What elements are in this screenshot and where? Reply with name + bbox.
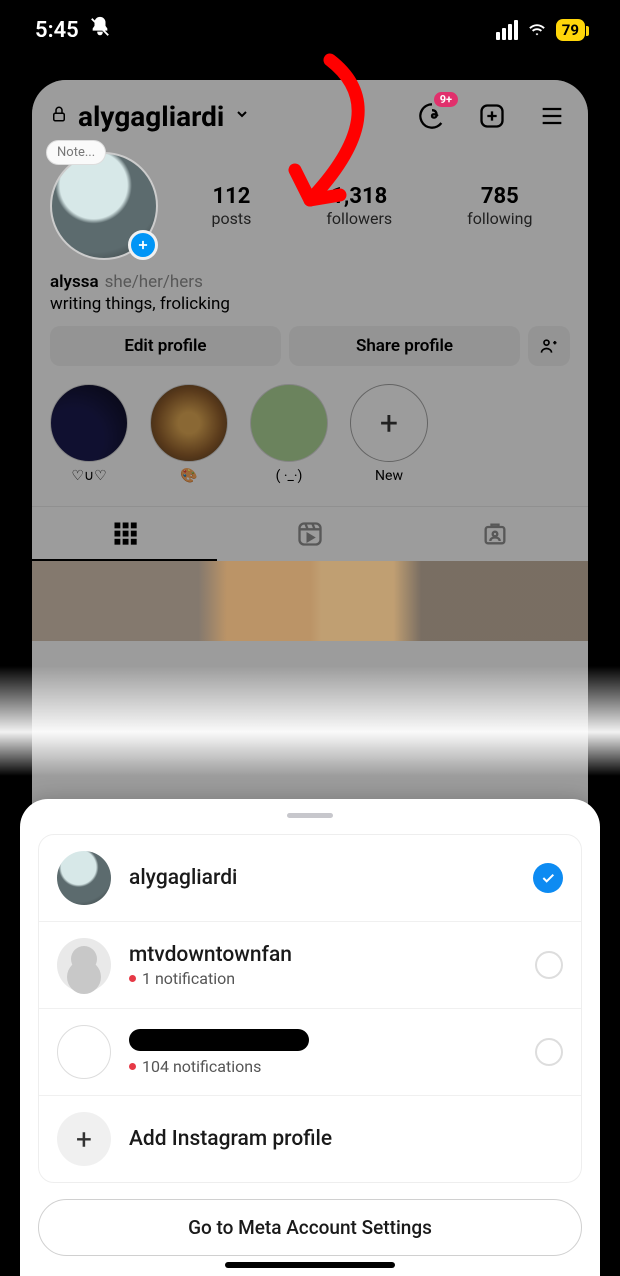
note-bubble[interactable]: Note... [46, 140, 106, 165]
account-switcher-sheet: alygagliardi mtvdowntownfan 1 notificati… [20, 799, 600, 1276]
status-bar: 5:45 79 [0, 0, 620, 60]
account-row[interactable]: alygagliardi [39, 835, 581, 922]
threads-button[interactable]: 9+ [414, 98, 450, 134]
unselected-radio [535, 951, 563, 979]
meta-account-settings-button[interactable]: Go to Meta Account Settings [38, 1199, 582, 1256]
add-profile-row[interactable]: + Add Instagram profile [39, 1096, 581, 1182]
sheet-grabber[interactable] [287, 813, 333, 818]
cellular-signal-icon [496, 20, 518, 40]
home-indicator[interactable] [225, 1262, 395, 1268]
status-time: 5:45 [35, 18, 79, 43]
account-notification: 1 notification [129, 969, 517, 988]
threads-badge: 9+ [434, 92, 458, 107]
notification-dot-icon [129, 1063, 136, 1070]
selected-check-icon [533, 863, 563, 893]
account-row[interactable]: 104 notifications [39, 1009, 581, 1096]
account-avatar [57, 1025, 111, 1079]
profile-avatar[interactable]: Note... [50, 152, 158, 260]
account-name: mtvdowntownfan [129, 943, 517, 967]
add-profile-label: Add Instagram profile [129, 1127, 563, 1151]
posts-grid-preview [32, 561, 588, 641]
account-name-redacted [129, 1029, 309, 1051]
add-story-button[interactable] [128, 230, 158, 260]
silent-mode-icon [89, 16, 111, 44]
notification-dot-icon [129, 975, 136, 982]
account-avatar [57, 851, 111, 905]
plus-icon: + [57, 1112, 111, 1166]
wifi-icon [526, 17, 548, 43]
account-notification: 104 notifications [129, 1057, 517, 1076]
account-avatar [57, 938, 111, 992]
account-row[interactable]: mtvdowntownfan 1 notification [39, 922, 581, 1009]
battery-indicator: 79 [556, 19, 585, 41]
unselected-radio [535, 1038, 563, 1066]
account-name: alygagliardi [129, 866, 515, 890]
